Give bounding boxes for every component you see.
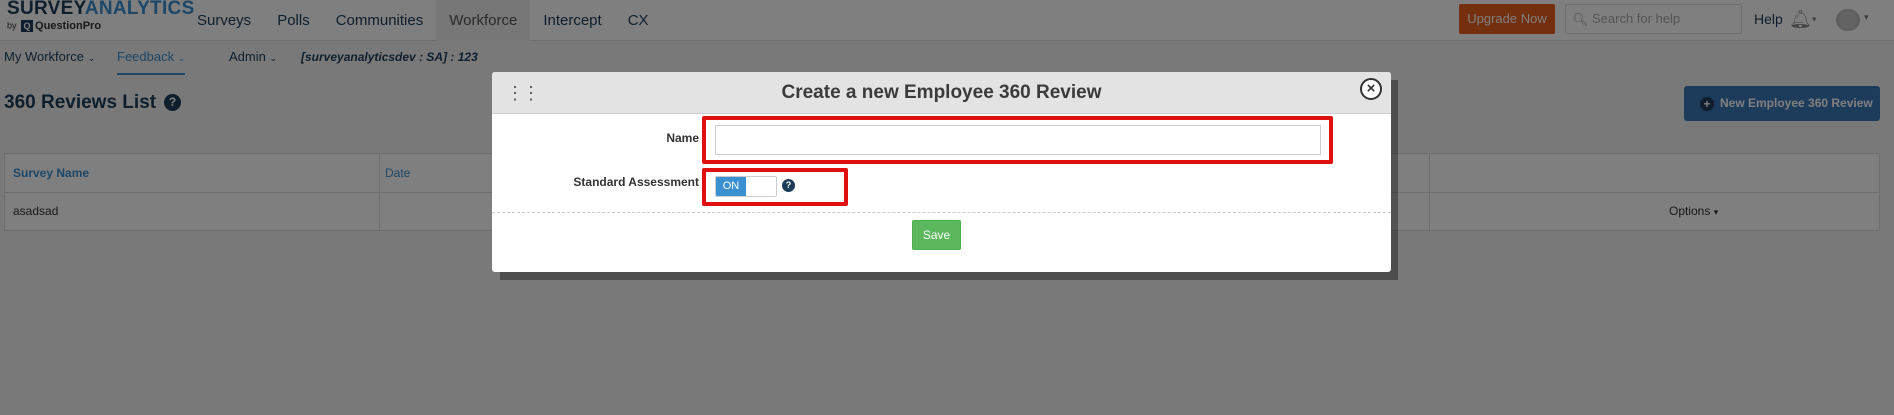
- create-review-modal: ⋮⋮ Create a new Employee 360 Review × Na…: [492, 72, 1391, 272]
- help-question-icon[interactable]: ?: [782, 179, 795, 192]
- name-label: Name: [666, 131, 699, 145]
- close-icon[interactable]: ×: [1360, 78, 1382, 100]
- toggle-on-label: ON: [716, 177, 746, 196]
- divider: [492, 212, 1391, 213]
- name-input[interactable]: [715, 125, 1321, 155]
- standard-assessment-toggle[interactable]: ON: [715, 176, 777, 197]
- modal-header: ⋮⋮ Create a new Employee 360 Review ×: [492, 72, 1391, 114]
- save-button[interactable]: Save: [912, 220, 961, 250]
- standard-assessment-label: Standard Assessment: [573, 175, 699, 189]
- modal-title: Create a new Employee 360 Review: [781, 82, 1102, 103]
